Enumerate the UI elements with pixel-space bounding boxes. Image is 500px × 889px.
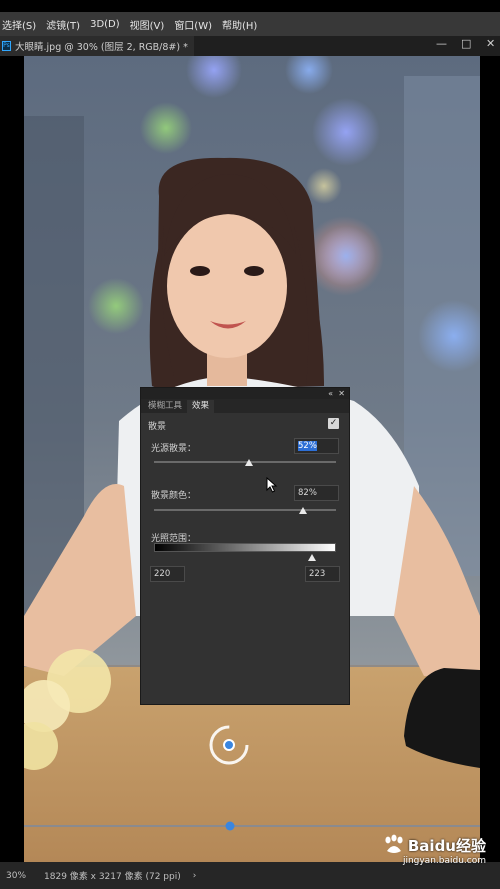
menu-select[interactable]: 选择(S) — [2, 17, 36, 32]
light-range-slider-thumb[interactable] — [308, 554, 317, 561]
bokeh-color-label: 散景颜色： — [151, 491, 197, 501]
panel-header: « ✕ — [141, 388, 349, 399]
panel-tabs: 模糊工具 效果 — [141, 399, 349, 413]
menu-view[interactable]: 视图(V) — [130, 17, 165, 32]
mouse-cursor-icon — [266, 477, 278, 493]
restore-icon[interactable]: □ — [461, 37, 471, 50]
bokeh-label: 散景 — [148, 422, 167, 432]
zoom-level[interactable]: 30% — [6, 871, 26, 881]
screen-top-edge — [0, 0, 500, 12]
photoshop-icon: Ps — [2, 41, 11, 51]
document-title: 大眼睛.jpg @ 30% (图层 2, RGB/8#) * — [15, 42, 188, 53]
bokeh-checkbox[interactable]: ✓ — [328, 418, 339, 429]
light-range-low-input[interactable]: 220 — [150, 566, 185, 582]
light-range-high-input[interactable]: 223 — [305, 566, 340, 582]
light-bokeh-value: 52% — [298, 441, 317, 451]
light-bokeh-slider-thumb[interactable] — [244, 459, 253, 466]
panel-close-icon[interactable]: ✕ — [338, 388, 345, 399]
menu-bar: 选择(S) 滤镜(T) 3D(D) 视图(V) 窗口(W) 帮助(H) — [0, 12, 500, 36]
menu-help[interactable]: 帮助(H) — [222, 17, 257, 32]
menu-filter[interactable]: 滤镜(T) — [46, 17, 80, 32]
bokeh-color-slider-thumb[interactable] — [299, 507, 308, 514]
collapse-icon[interactable]: « — [328, 388, 333, 399]
watermark-url: jingyan.baidu.com — [402, 856, 486, 866]
tab-blur-tools[interactable]: 模糊工具 — [143, 400, 187, 413]
document-tab[interactable]: Ps 大眼睛.jpg @ 30% (图层 2, RGB/8#) * — [0, 36, 194, 56]
close-window-icon[interactable]: ✕ — [486, 37, 495, 50]
menu-window[interactable]: 窗口(W) — [174, 17, 212, 32]
menu-3d[interactable]: 3D(D) — [90, 19, 120, 30]
light-range-gradient[interactable] — [154, 543, 336, 552]
watermark-logo-text: Baidu经验 — [407, 836, 486, 855]
tab-effects[interactable]: 效果 — [187, 400, 215, 413]
watermark: Baidu经验 jingyan.baidu.com — [382, 834, 486, 866]
status-bar: 30% 1829 像素 x 3217 像素 (72 ppi) › — [0, 862, 500, 889]
document-size-info: 1829 像素 x 3217 像素 (72 ppi) — [44, 872, 181, 882]
light-bokeh-label: 光源散景： — [151, 444, 197, 454]
status-arrow-icon[interactable]: › — [193, 871, 197, 881]
bokeh-color-track[interactable] — [154, 509, 336, 511]
paw-logo-icon — [385, 834, 403, 853]
document-tab-bar: Ps 大眼睛.jpg @ 30% (图层 2, RGB/8#) * — [0, 36, 500, 56]
light-bokeh-input[interactable]: 52% — [294, 438, 339, 454]
minimize-icon[interactable]: — — [436, 37, 447, 50]
bokeh-color-input[interactable]: 82% — [294, 485, 339, 501]
